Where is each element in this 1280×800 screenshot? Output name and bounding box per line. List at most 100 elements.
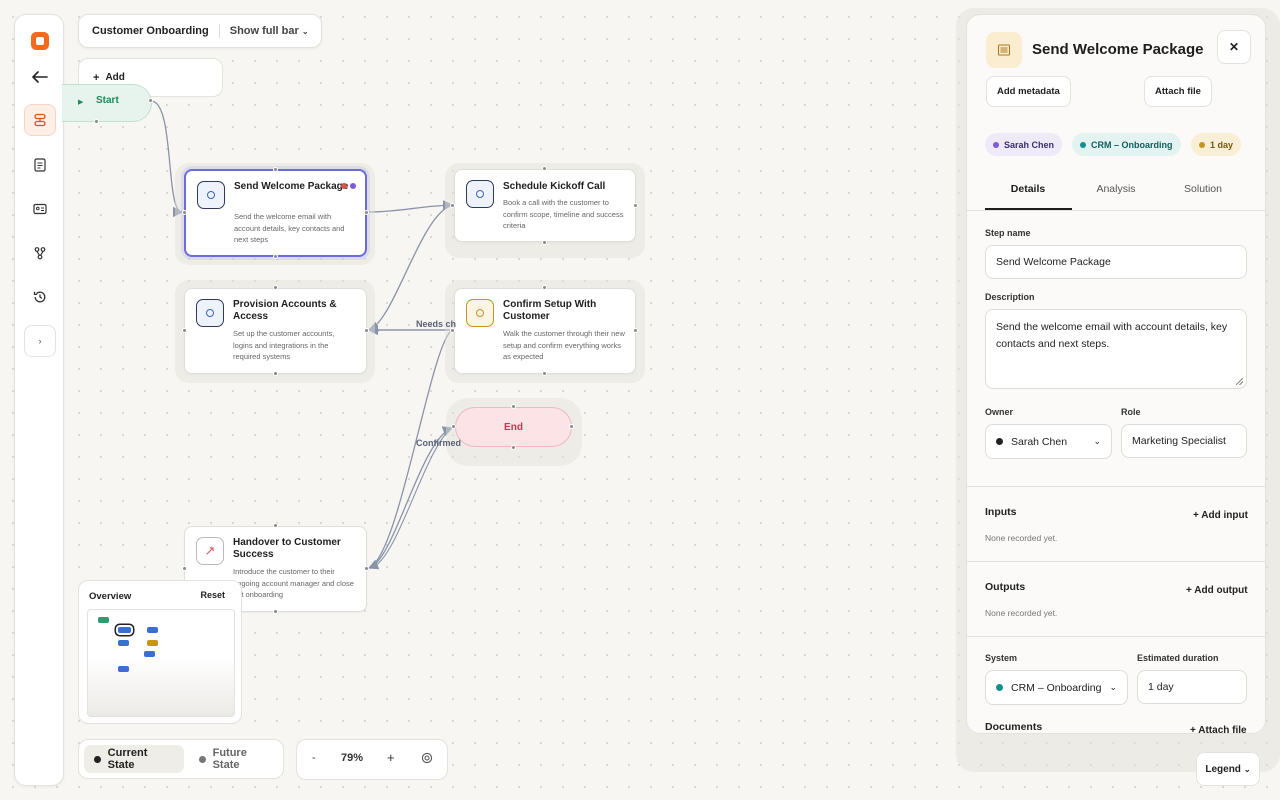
step-title: Send Welcome Package: [234, 181, 349, 192]
step-card-send-welcome[interactable]: Send Welcome Package Send the welcome em…: [184, 169, 367, 257]
connection-handle[interactable]: [182, 328, 187, 333]
tab-solution[interactable]: Solution: [1160, 183, 1246, 195]
connection-handle[interactable]: [542, 166, 547, 171]
resize-handle-icon[interactable]: [1236, 378, 1243, 385]
minimap-node: [118, 666, 129, 672]
connection-handle[interactable]: [273, 609, 278, 614]
connection-handle[interactable]: [542, 285, 547, 290]
edge-handover-to-end: [368, 426, 454, 569]
step-details-panel: Send Welcome Package ✕ Add metadata Atta…: [966, 14, 1266, 734]
end-node[interactable]: End: [455, 407, 572, 447]
document-lines-icon: [986, 32, 1022, 68]
minimap[interactable]: [87, 609, 235, 717]
system-dot: [996, 684, 1003, 691]
connection-handle[interactable]: [94, 119, 99, 124]
add-input-button[interactable]: + Add input: [1193, 510, 1248, 521]
overview-panel: Overview Reset: [78, 580, 242, 724]
connection-handle[interactable]: [148, 98, 153, 103]
play-icon: ▶: [78, 99, 84, 106]
connection-handle[interactable]: [364, 566, 369, 571]
attach-file-button[interactable]: Attach file: [1144, 76, 1212, 107]
chevron-down-icon: ⌄: [1093, 436, 1101, 446]
duration-label: Estimated duration: [1137, 653, 1219, 663]
step-title: Handover to Customer Success: [233, 537, 341, 560]
system-chip[interactable]: CRM – Onboarding: [1072, 133, 1181, 156]
section-divider: [967, 636, 1265, 637]
connection-handle[interactable]: [182, 566, 187, 571]
chevron-down-icon: ⌄: [1243, 764, 1251, 774]
fit-view-icon[interactable]: [421, 752, 433, 767]
future-state-button[interactable]: Future State: [189, 745, 283, 773]
duration-field[interactable]: 1 day: [1137, 670, 1247, 704]
connection-handle[interactable]: [542, 371, 547, 376]
add-metadata-label: Add metadata: [997, 86, 1060, 97]
legend-label: Legend: [1205, 763, 1241, 775]
connection-handle[interactable]: [511, 445, 516, 450]
connection-handle[interactable]: [451, 424, 456, 429]
state-dot: [199, 755, 206, 763]
step-card-schedule-kickoff[interactable]: Schedule Kickoff Call Book a call with t…: [454, 169, 636, 242]
connection-handle[interactable]: [273, 254, 278, 259]
zoom-in-button[interactable]: +: [387, 750, 395, 765]
edge-label-confirmed: Confirmed: [416, 438, 461, 448]
edge-kickoff-to-provision: [367, 204, 453, 332]
step-card-confirm-setup[interactable]: Confirm Setup With Customer Walk the cus…: [454, 288, 636, 374]
legend-button[interactable]: Legend ⌄: [1196, 752, 1260, 786]
connection-handle[interactable]: [633, 328, 638, 333]
owner-chip-label: Sarah Chen: [1004, 139, 1055, 150]
connection-handle[interactable]: [273, 371, 278, 376]
step-icon: [197, 181, 225, 209]
connection-handle[interactable]: [364, 328, 369, 333]
connection-handle[interactable]: [569, 424, 574, 429]
role-label: Role: [1121, 407, 1141, 417]
description-value: Send the welcome email with account deta…: [996, 321, 1228, 350]
role-field[interactable]: Marketing Specialist: [1121, 424, 1247, 458]
panel-title: Send Welcome Package: [1032, 41, 1204, 58]
step-desc: Book a call with the customer to confirm…: [503, 198, 624, 230]
connection-handle[interactable]: [364, 210, 369, 215]
step-title: Schedule Kickoff Call: [503, 181, 606, 192]
add-output-button[interactable]: + Add output: [1186, 585, 1248, 596]
connection-handle[interactable]: [450, 203, 455, 208]
step-card-provision-accounts[interactable]: Provision Accounts & Access Set up the c…: [184, 288, 367, 374]
step-name-label: Step name: [985, 228, 1031, 238]
connection-handle[interactable]: [182, 210, 187, 215]
duration-dot: [1199, 141, 1205, 148]
connection-handle[interactable]: [273, 523, 278, 528]
description-label: Description: [985, 292, 1035, 302]
connection-handle[interactable]: [633, 203, 638, 208]
add-metadata-button[interactable]: Add metadata: [986, 76, 1071, 107]
overview-reset-button[interactable]: Reset: [200, 590, 225, 600]
system-select-value: CRM – Onboarding: [1011, 681, 1102, 694]
owner-dot: [993, 141, 999, 148]
duration-chip[interactable]: 1 day: [1191, 133, 1242, 156]
attach-file-action[interactable]: + Attach file: [1190, 725, 1247, 733]
chevron-down-icon: ⌄: [1109, 682, 1117, 692]
zoom-out-button[interactable]: -: [312, 752, 316, 764]
description-field[interactable]: Send the welcome email with account deta…: [985, 309, 1247, 389]
inputs-empty-text: None recorded yet.: [985, 533, 1058, 543]
duration-value: 1 day: [1148, 681, 1174, 693]
step-title: Provision Accounts & Access: [233, 299, 337, 322]
connection-handle[interactable]: [511, 404, 516, 409]
connection-handle[interactable]: [273, 167, 278, 172]
step-icon: [196, 299, 224, 327]
end-label: End: [504, 421, 523, 433]
step-title: Confirm Setup With Customer: [503, 299, 597, 322]
close-icon[interactable]: ✕: [1217, 30, 1251, 64]
tab-details[interactable]: Details: [985, 183, 1071, 195]
step-name-field[interactable]: Send Welcome Package: [985, 245, 1247, 279]
step-desc: Introduce the customer to their ongoing …: [233, 567, 354, 599]
zoom-controls: - 79% +: [296, 739, 448, 780]
tab-analysis[interactable]: Analysis: [1073, 183, 1159, 195]
minimap-node: [98, 617, 109, 623]
owner-select[interactable]: Sarah Chen ⌄: [985, 424, 1112, 459]
step-name-value: Send Welcome Package: [996, 256, 1111, 268]
connection-handle[interactable]: [542, 240, 547, 245]
outputs-empty-text: None recorded yet.: [985, 608, 1058, 618]
connection-handle[interactable]: [273, 285, 278, 290]
system-select[interactable]: CRM – Onboarding ⌄: [985, 670, 1128, 705]
current-state-button[interactable]: Current State: [84, 745, 184, 773]
owner-chip[interactable]: Sarah Chen: [985, 133, 1063, 156]
status-dot-red: [341, 183, 347, 189]
